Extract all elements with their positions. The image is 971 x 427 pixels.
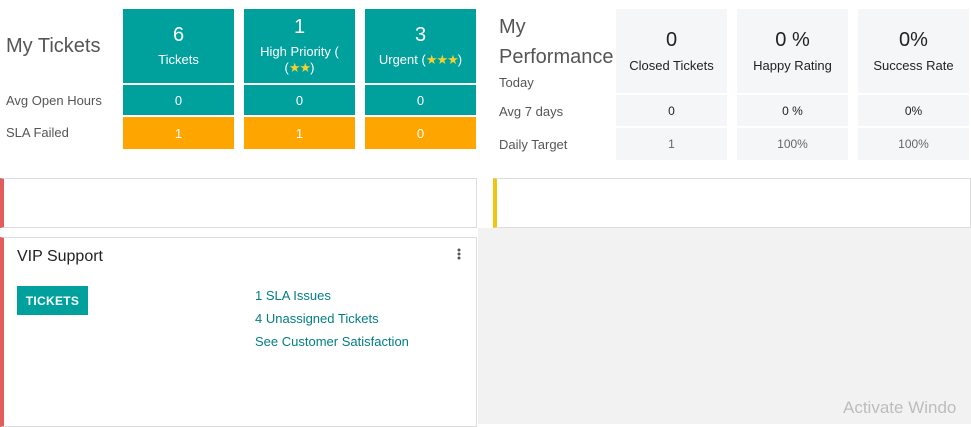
high-priority-label-text: High Priority ( <box>260 44 339 59</box>
vip-support-title[interactable]: VIP Support <box>17 248 103 266</box>
success-rate-daily-target: 100% <box>858 128 969 160</box>
high-priority-avg-open-hours[interactable]: 0 <box>244 85 355 115</box>
avg-7-days-label: Avg 7 days <box>499 104 564 119</box>
urgent-avg-open-hours[interactable]: 0 <box>365 85 476 115</box>
tickets-count: 6 <box>172 24 185 46</box>
unassigned-tickets-link[interactable]: 4 Unassigned Tickets <box>255 311 379 326</box>
urgent-tile[interactable]: 3 Urgent (★★★) <box>365 9 476 83</box>
vertical-ellipsis-icon[interactable] <box>455 247 463 261</box>
high-priority-label: High Priority ( (★★) <box>260 44 339 76</box>
success-rate-value: 0% <box>899 29 928 51</box>
sla-failed-label: SLA Failed <box>6 125 69 140</box>
success-rate-avg-7-days: 0% <box>858 95 969 126</box>
star-icon: ★★★ <box>425 52 459 67</box>
success-rate-label: Success Rate <box>873 58 954 73</box>
star-icon: ★★ <box>288 60 311 75</box>
urgent-paren-close: ) <box>457 52 463 67</box>
team-card-partial-left[interactable] <box>0 178 477 228</box>
closed-tickets-value: 0 <box>665 29 678 51</box>
happy-rating-value: 0 % <box>775 29 810 51</box>
closed-tickets-avg-7-days: 0 <box>616 95 727 126</box>
kanban-empty-area <box>478 228 971 424</box>
team-card-partial-right[interactable] <box>493 178 971 228</box>
my-tickets-title: My Tickets <box>6 35 101 57</box>
happy-rating-daily-target: 100% <box>737 128 848 160</box>
sla-issues-link[interactable]: 1 SLA Issues <box>255 288 331 303</box>
closed-tickets-daily-target: 1 <box>616 128 727 160</box>
today-label: Today <box>499 75 534 90</box>
happy-rating-label: Happy Rating <box>753 58 832 73</box>
happy-rating-avg-7-days: 0 % <box>737 95 848 126</box>
urgent-label-text: Urgent ( <box>378 52 426 67</box>
activate-windows-watermark: Activate Windo <box>843 398 957 417</box>
high-priority-sla-failed[interactable]: 1 <box>244 117 355 149</box>
my-performance-title-line1: My <box>499 16 526 38</box>
daily-target-label: Daily Target <box>499 137 568 152</box>
customer-satisfaction-link[interactable]: See Customer Satisfaction <box>255 334 409 349</box>
happy-rating-tile: 0 % Happy Rating <box>737 9 848 93</box>
avg-open-hours-label: Avg Open Hours <box>6 93 102 108</box>
urgent-sla-failed[interactable]: 0 <box>365 117 476 149</box>
tickets-label: Tickets <box>158 52 199 67</box>
closed-tickets-tile: 0 Closed Tickets <box>616 9 727 93</box>
high-priority-paren-close: ) <box>310 60 315 75</box>
tickets-sla-failed[interactable]: 1 <box>123 117 234 149</box>
success-rate-tile: 0% Success Rate <box>858 9 969 93</box>
tickets-count-tile[interactable]: 6 Tickets <box>123 9 234 83</box>
tickets-button[interactable]: TICKETS <box>17 286 88 315</box>
high-priority-count: 1 <box>293 16 306 38</box>
urgent-label: Urgent (★★★) <box>379 52 462 68</box>
tickets-avg-open-hours[interactable]: 0 <box>123 85 234 115</box>
my-performance-title-line2: Performance <box>499 46 614 68</box>
high-priority-tile[interactable]: 1 High Priority ( (★★) <box>244 9 355 83</box>
urgent-count: 3 <box>414 24 427 46</box>
closed-tickets-label: Closed Tickets <box>629 58 714 73</box>
